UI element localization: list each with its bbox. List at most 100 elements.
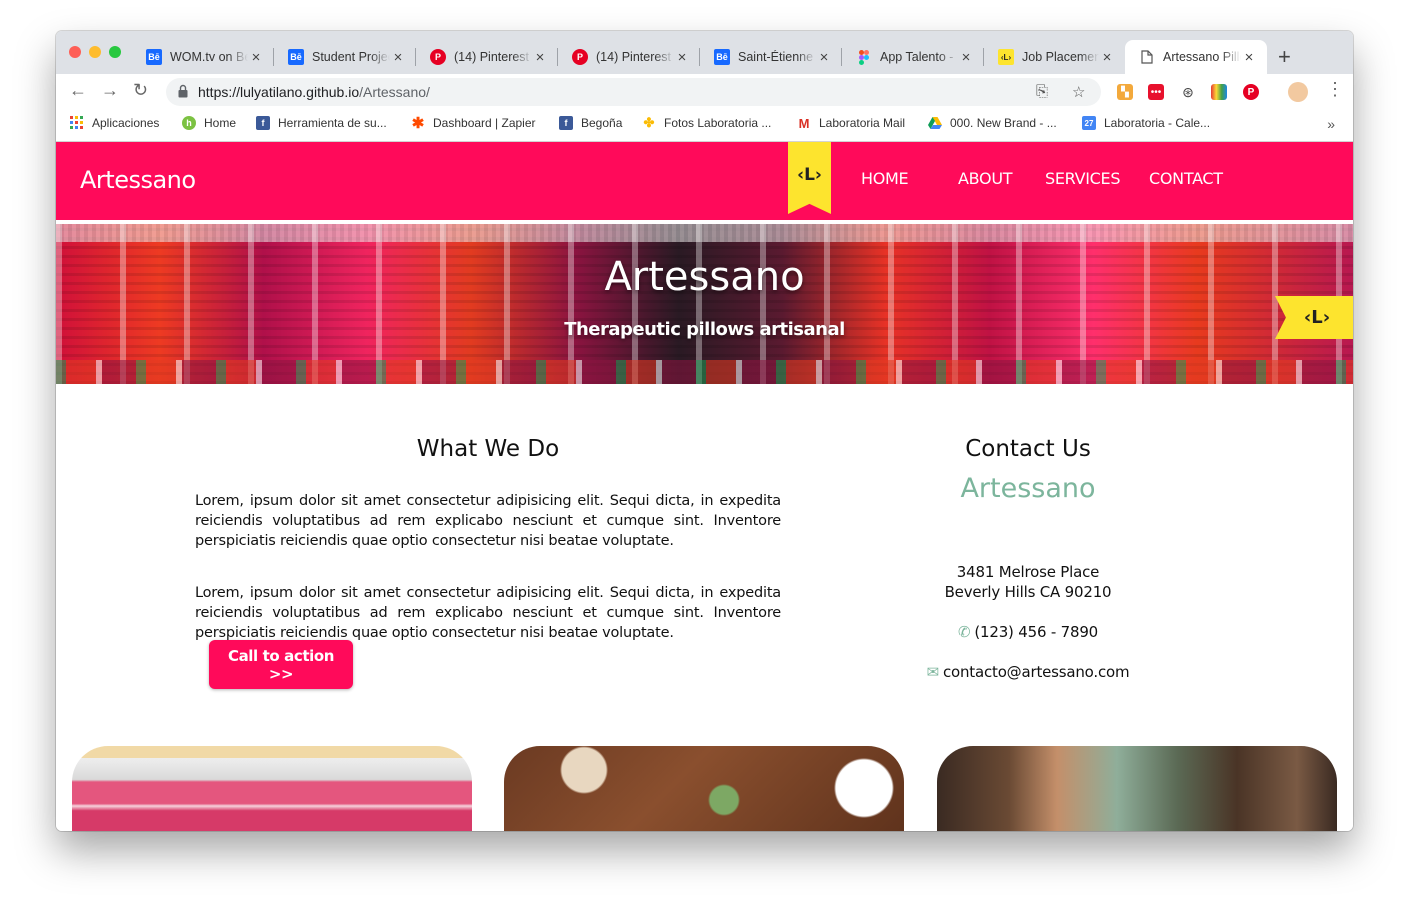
tab-student-projects[interactable]: Bē Student Projects × — [274, 40, 416, 74]
close-window-button[interactable] — [69, 46, 81, 58]
lastpass-icon[interactable]: ••• — [1148, 84, 1164, 100]
tab-app-talento[interactable]: App Talento - × — [842, 40, 984, 74]
bookmark-label: Begoña — [581, 116, 623, 130]
laboratoria-ribbon: ‹L› — [788, 142, 831, 214]
shutter-icon[interactable]: ⊛ — [1180, 84, 1196, 100]
close-icon[interactable]: × — [674, 49, 690, 66]
home-leaf-icon: h — [182, 116, 196, 130]
tab-pinterest-2[interactable]: P (14) Pinterest × — [558, 40, 700, 74]
browser-window: Bē WOM.tv on Behance × Bē Student Projec… — [56, 31, 1353, 831]
bookmark-label: Aplicaciones — [92, 116, 160, 130]
figma-icon — [856, 49, 872, 65]
hero-band — [56, 360, 1353, 384]
close-icon[interactable]: × — [390, 49, 406, 66]
paragraph: Lorem, ipsum dolor sit amet consectetur … — [195, 585, 781, 641]
tab-wom-tv[interactable]: Bē WOM.tv on Behance × — [132, 40, 274, 74]
nav-home[interactable]: HOME — [861, 169, 909, 188]
bookmark-zapier[interactable]: ✱ Dashboard | Zapier — [411, 115, 536, 132]
bookmark-calendar[interactable]: 27 Laboratoria - Cale... — [1082, 116, 1210, 130]
phone-text: (123) 456 - 7890 — [974, 623, 1099, 641]
envelope-icon: ✉ — [926, 663, 940, 681]
lock-icon — [178, 84, 188, 98]
hero-subtitle: Therapeutic pillows artisanal — [564, 319, 845, 340]
tab-strip: Bē WOM.tv on Behance × Bē Student Projec… — [56, 31, 1353, 74]
gmail-icon: M — [798, 115, 810, 131]
bookmark-label: 000. New Brand - ... — [950, 116, 1057, 130]
hero-banner: Artessano Therapeutic pillows artisanal … — [56, 224, 1353, 384]
reload-icon[interactable]: ↻ — [133, 80, 148, 101]
tab-title: App Talento - — [880, 50, 954, 64]
tab-pinterest-1[interactable]: P (14) Pinterest × — [416, 40, 558, 74]
tab-title: (14) Pinterest — [454, 50, 530, 64]
url-text: https://lulyatilano.github.io/Artessano/ — [198, 84, 430, 100]
tab-title: Job Placement — [1022, 50, 1099, 64]
site-brand[interactable]: Artessano — [80, 166, 196, 194]
url-host: https://lulyatilano.github.io — [198, 84, 360, 100]
bookmark-herramienta[interactable]: f Herramienta de su... — [256, 116, 387, 130]
back-arrow-icon[interactable]: ← — [69, 80, 87, 101]
close-icon[interactable]: × — [1099, 49, 1115, 66]
calendar-icon: 27 — [1082, 116, 1096, 130]
url-path: /Artessano/ — [359, 84, 430, 100]
tab-title: Artessano Pillows — [1163, 50, 1241, 64]
bookmark-laboratoria-mail[interactable]: M Laboratoria Mail — [797, 115, 906, 131]
translate-icon[interactable]: ⎘ — [1036, 83, 1048, 100]
bookmark-begona[interactable]: f Begoña — [559, 116, 622, 130]
bookmark-apps[interactable]: Aplicaciones — [70, 116, 159, 130]
tab-saint-etienne[interactable]: Bē Saint-Étienne × — [700, 40, 842, 74]
close-icon[interactable]: × — [532, 49, 548, 66]
nav-contact[interactable]: CONTACT — [1149, 169, 1223, 188]
paragraph: Lorem, ipsum dolor sit amet consectetur … — [195, 493, 781, 549]
bookmark-label: Herramienta de su... — [278, 116, 387, 130]
facebook-icon: f — [559, 116, 573, 130]
card-image-loom[interactable] — [937, 746, 1337, 831]
email-link[interactable]: contacto@artessano.com — [943, 663, 1130, 681]
laboratoria-flag: ‹L› — [1275, 296, 1353, 339]
pinterest-icon[interactable]: P — [1243, 84, 1259, 100]
menu-kebab-icon[interactable]: ⋮ — [1326, 79, 1344, 100]
photos-icon: ✤ — [643, 115, 655, 130]
close-icon[interactable]: × — [816, 49, 832, 66]
bookmark-label: Dashboard | Zapier — [433, 116, 536, 130]
close-icon[interactable]: × — [248, 49, 264, 66]
phone-icon: ✆ — [957, 623, 971, 641]
minimize-window-button[interactable] — [89, 46, 101, 58]
bookmark-star-icon[interactable]: ☆ — [1072, 83, 1085, 101]
color-picker-icon[interactable] — [1211, 84, 1227, 100]
what-we-do-title: What We Do — [416, 436, 560, 462]
contact-phone: ✆ (123) 456 - 7890 — [828, 623, 1228, 641]
facebook-icon: f — [256, 116, 270, 130]
close-icon[interactable]: × — [958, 49, 974, 66]
bookmark-fotos[interactable]: ✤ Fotos Laboratoria ... — [642, 115, 772, 130]
card-image-pillows[interactable] — [72, 746, 472, 831]
address-bar[interactable]: https://lulyatilano.github.io/Artessano/… — [166, 78, 1101, 106]
pinterest-icon: P — [572, 49, 588, 65]
maximize-window-button[interactable] — [109, 46, 121, 58]
extension-icon[interactable]: ▚ — [1117, 84, 1133, 100]
tab-title: Student Projects — [312, 50, 390, 64]
hero-band — [56, 224, 1353, 242]
call-to-action-button[interactable]: Call to action >> — [209, 640, 353, 689]
bookmarks-bar: Aplicaciones h Home f Herramienta de su.… — [56, 110, 1353, 142]
nav-about[interactable]: ABOUT — [958, 169, 1013, 188]
contact-address-line-1: 3481 Melrose Place — [956, 563, 1100, 581]
contact-email: ✉ contacto@artessano.com — [828, 663, 1228, 681]
drive-icon — [928, 116, 942, 130]
tab-job-placement[interactable]: ‹L› Job Placement × — [984, 40, 1125, 74]
forward-arrow-icon[interactable]: → — [101, 80, 119, 101]
close-icon[interactable]: × — [1241, 49, 1257, 66]
avatar[interactable] — [1288, 82, 1308, 102]
behance-icon: Bē — [288, 49, 304, 65]
bookmark-new-brand[interactable]: 000. New Brand - ... — [928, 116, 1057, 130]
tab-artessano[interactable]: Artessano Pillows × — [1125, 40, 1267, 74]
bookmark-home[interactable]: h Home — [182, 116, 236, 130]
chevron-double-right-icon[interactable]: » — [1327, 116, 1335, 132]
bookmark-label: Home — [204, 116, 237, 130]
contact-address-line-2: Beverly Hills CA 90210 — [944, 583, 1112, 601]
card-image-herbs[interactable] — [504, 746, 904, 831]
bookmark-label: Laboratoria Mail — [819, 116, 906, 130]
laboratoria-icon: ‹L› — [998, 49, 1014, 65]
new-tab-button[interactable]: + — [1278, 44, 1291, 70]
pinterest-icon: P — [430, 49, 446, 65]
nav-services[interactable]: SERVICES — [1045, 169, 1121, 188]
